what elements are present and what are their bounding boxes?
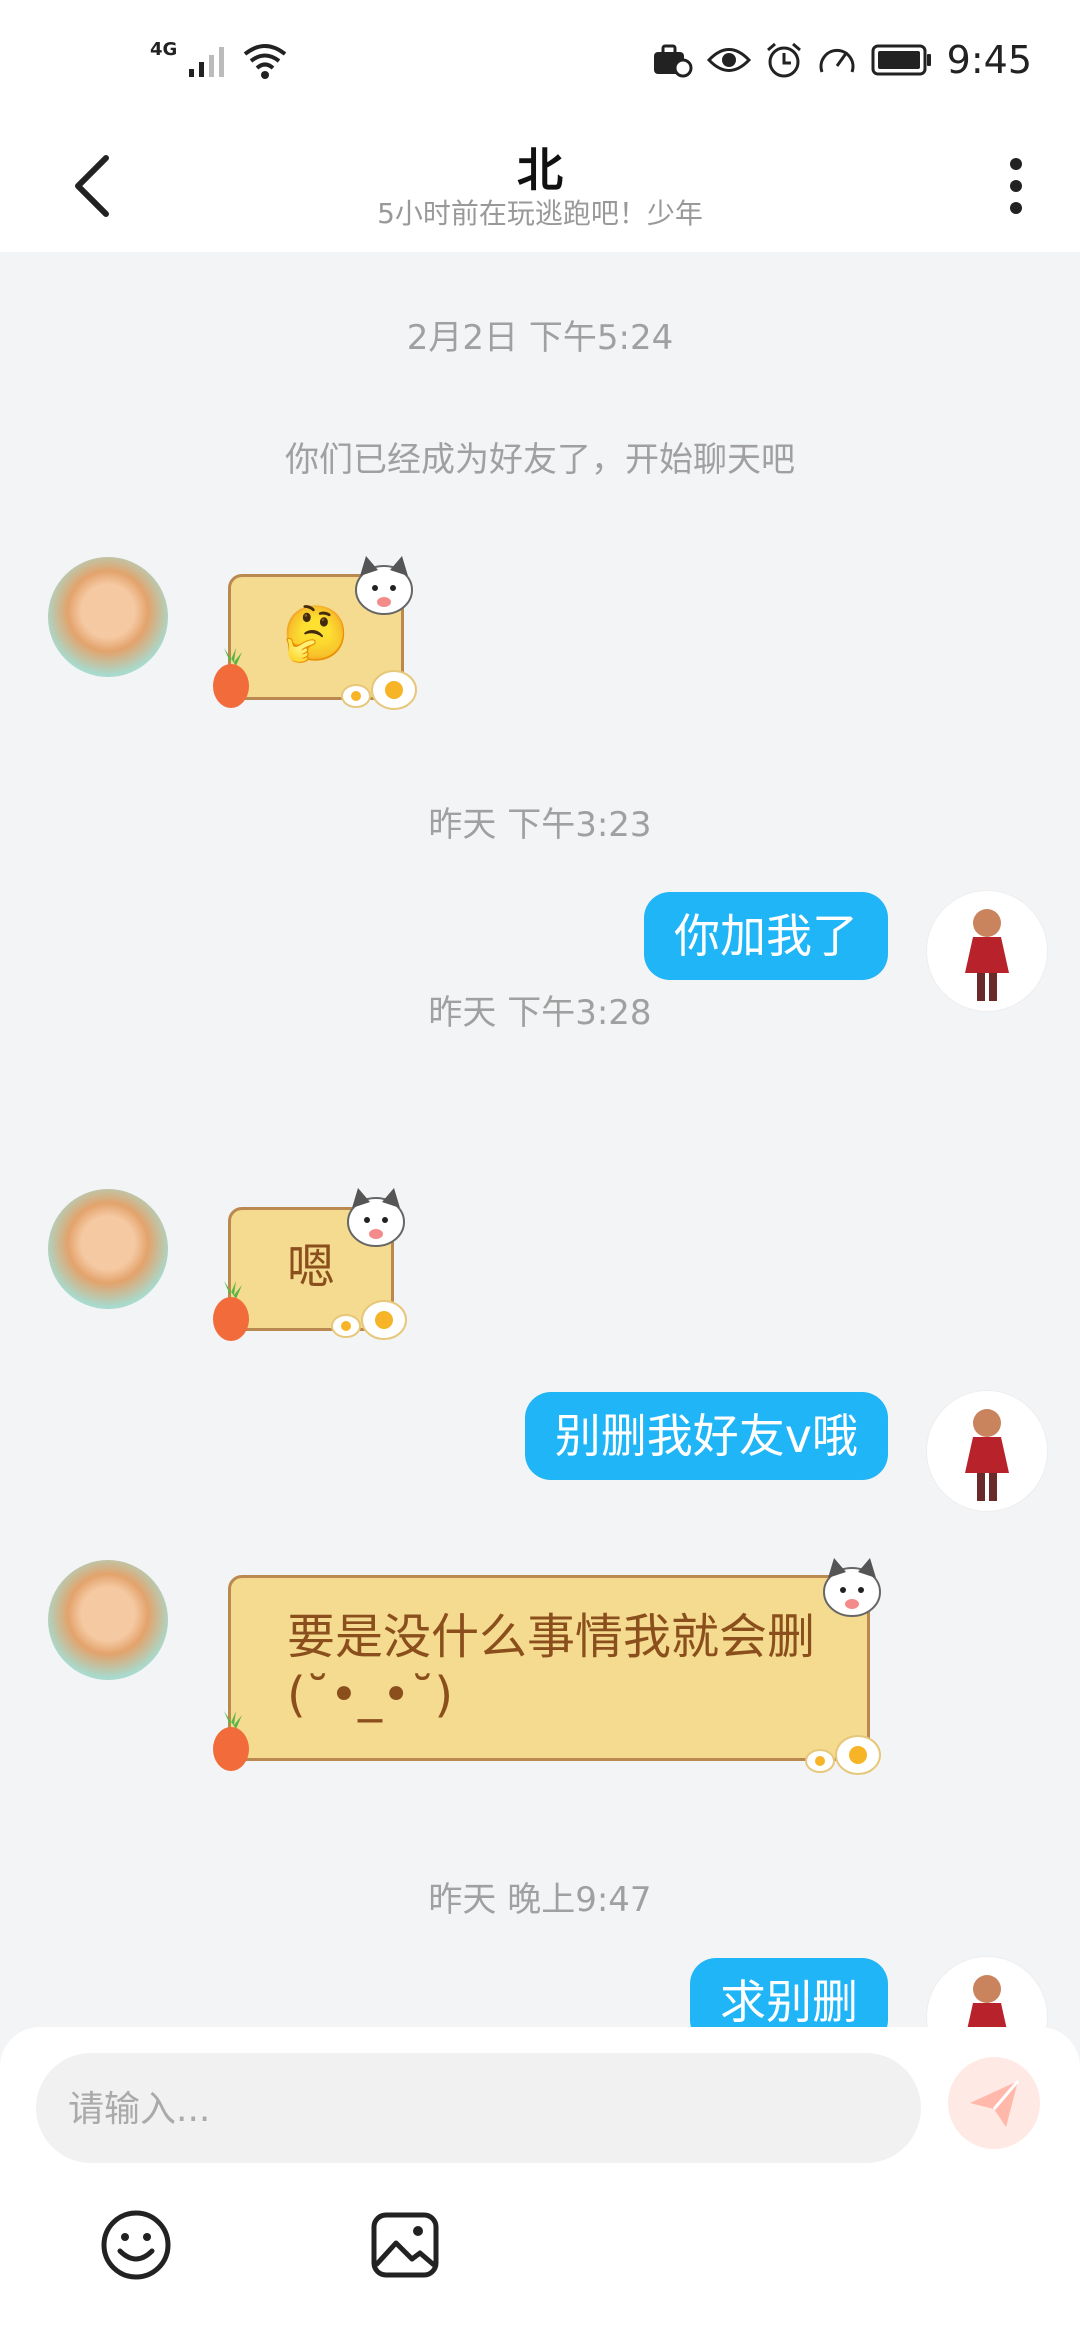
my-avatar[interactable] (926, 1956, 1048, 2027)
my-message-bubble[interactable]: 别删我好友v哦 (524, 1392, 888, 1480)
message-card[interactable]: 要是没什么事情我就会删 (˘•_•˘) (228, 1575, 870, 1761)
more-icon[interactable] (996, 150, 1036, 222)
alarm-icon (766, 42, 801, 78)
wifi-icon (244, 44, 287, 79)
carrot-sticker-icon (213, 1711, 249, 1771)
timestamp: 昨天 下午3:28 (428, 993, 652, 1033)
briefcase-icon (653, 44, 693, 78)
contact-status: 5小时前在玩逃跑吧！少年 (377, 197, 703, 230)
cat-sticker-icon (823, 1558, 881, 1617)
character-avatar-icon (965, 1409, 1009, 1501)
timestamp: 昨天 晚上9:47 (428, 1880, 652, 1920)
timestamp: 2月2日 下午5:24 (406, 318, 674, 358)
message-text: (˘•_•˘) (287, 1667, 454, 1723)
contact-avatar[interactable] (48, 557, 168, 677)
battery-icon (871, 44, 931, 76)
carrot-sticker-icon (213, 1281, 249, 1341)
status-left: 4G (150, 38, 289, 80)
send-icon (970, 2080, 1020, 2127)
send-button[interactable] (948, 2057, 1040, 2149)
my-message-bubble[interactable]: 求别删 (690, 1958, 888, 2027)
cat-sticker-icon (347, 1188, 405, 1247)
carrot-sticker-icon (213, 648, 249, 708)
contact-avatar[interactable] (48, 1189, 168, 1309)
network-label: 4G (150, 38, 178, 60)
status-bar: 4G 9:45 (0, 0, 1080, 120)
signal-icon (189, 47, 225, 77)
egg-sticker-icon (341, 670, 417, 710)
my-message-bubble[interactable]: 你加我了 (644, 892, 888, 980)
emoji-icon[interactable] (98, 2207, 174, 2283)
message-input-wrapper (36, 2053, 921, 2165)
message-text: 要是没什么事情我就会删 (287, 1609, 816, 1665)
message-input[interactable] (66, 2053, 890, 2165)
image-icon[interactable] (368, 2207, 444, 2283)
egg-sticker-icon (805, 1735, 881, 1775)
status-right: 9:45 (651, 38, 1032, 82)
contact-name: 北 (517, 143, 563, 197)
eye-icon (706, 48, 751, 72)
message-list[interactable]: 2月2日 下午5:24 你们已经成为好友了，开始聊天吧 🤔 昨天 下午3:23 … (0, 252, 1080, 2027)
contact-avatar[interactable] (48, 1560, 168, 1680)
cat-sticker-icon (355, 556, 413, 615)
system-message: 你们已经成为好友了，开始聊天吧 (285, 440, 795, 480)
chat-header: 北 5小时前在玩逃跑吧！少年 (0, 120, 1080, 252)
character-avatar-icon (967, 1975, 1007, 2027)
clock: 9:45 (946, 38, 1032, 82)
timestamp: 昨天 下午3:23 (428, 805, 652, 845)
my-avatar[interactable] (926, 1390, 1048, 1512)
egg-sticker-icon (331, 1300, 407, 1340)
composer (0, 2027, 1080, 2340)
speedometer-icon (819, 49, 855, 73)
